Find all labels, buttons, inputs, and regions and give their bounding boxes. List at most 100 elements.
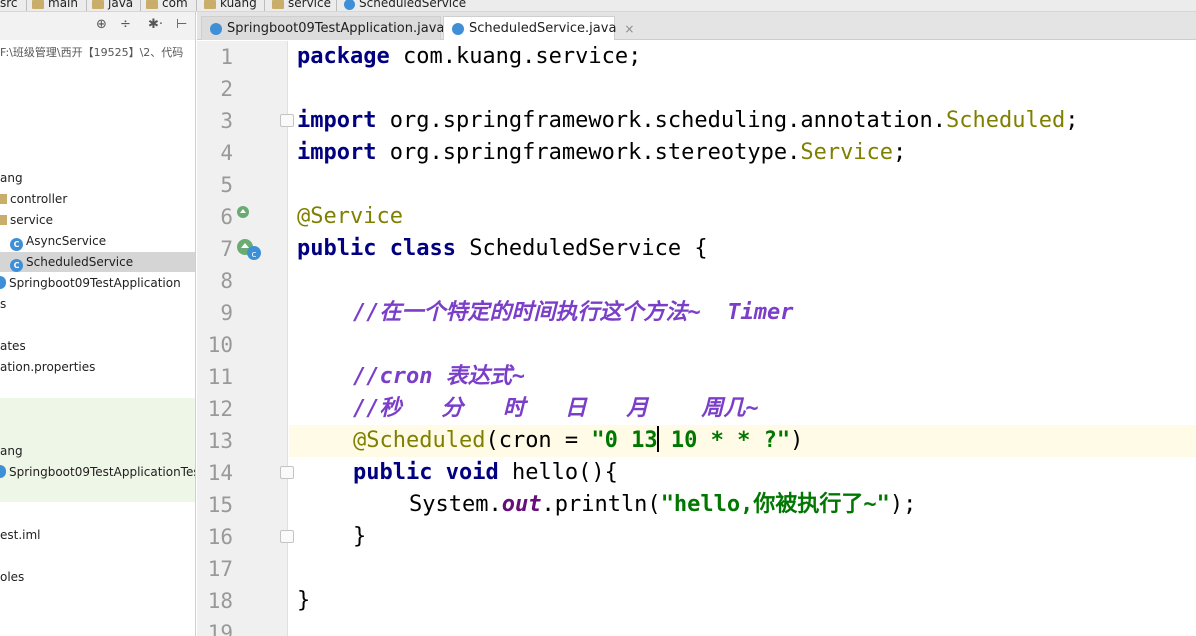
line-number: 6 (220, 205, 233, 229)
line-number: 17 (207, 557, 233, 581)
line-number: 12 (207, 397, 233, 421)
string-literal: 10 * * ?" (657, 428, 791, 453)
tree-item-controller[interactable]: controller (0, 189, 195, 209)
code-line-9: //在一个特定的时间执行这个方法~ Timer (353, 297, 793, 329)
breadcrumb-label: ScheduledService (359, 0, 467, 10)
code-text: } (353, 524, 367, 549)
collapse-all-icon[interactable]: ÷ (120, 18, 131, 32)
tree-item-templates[interactable]: ates (0, 336, 195, 356)
line-number: 4 (220, 141, 233, 165)
folder-icon (0, 194, 7, 204)
breadcrumb-item-src[interactable]: src (0, 0, 18, 10)
line-number: 5 (220, 173, 233, 197)
breadcrumb-item-service[interactable]: service (272, 0, 331, 10)
breadcrumb: src main java com kuang service Schedule… (0, 0, 1196, 12)
code-text: ; (1065, 108, 1079, 133)
tree-item-springboot09testapplicationtests[interactable]: Springboot09TestApplicationTests (0, 462, 195, 482)
code-line-6: @Service (297, 201, 403, 233)
tree-item-springboot09testapplication[interactable]: Springboot09TestApplication (0, 273, 195, 293)
code-text: org.springframework.scheduling.annotatio… (376, 108, 947, 133)
spring-bean-icon[interactable] (236, 205, 250, 219)
project-panel-toolbar: ⊕ ÷ ✱· ⊢ (0, 12, 195, 40)
string-literal: "0 13 (591, 428, 658, 453)
class-icon: C (10, 238, 23, 251)
tree-item-asyncservice[interactable]: C AsyncService (0, 231, 195, 251)
line-number: 7 (220, 237, 233, 261)
code-text: (cron = (485, 428, 592, 453)
comment: //秒 分 时 日 月 周几~ (353, 396, 759, 421)
tree-item-label: ang (0, 171, 23, 185)
code-line-1: package com.kuang.service; (297, 41, 641, 73)
line-number: 1 (220, 45, 233, 69)
code-line-12: //秒 分 时 日 月 周几~ (353, 393, 759, 425)
line-number: 15 (207, 493, 233, 517)
code-line-3: import org.springframework.scheduling.an… (297, 105, 1079, 137)
code-line-15: System.out.println("hello,你被执行了~"); (409, 489, 916, 521)
breadcrumb-separator (26, 0, 27, 11)
folder-icon (272, 0, 284, 9)
breadcrumb-separator (336, 0, 337, 11)
line-number: 19 (207, 621, 233, 636)
tab-scheduledservice[interactable]: ScheduledService.java × (443, 16, 634, 40)
tree-item-external-libraries[interactable]: oles (0, 567, 195, 587)
tree-item-service[interactable]: service (0, 210, 195, 230)
keyword: package (297, 44, 390, 69)
tree-item-iml-file[interactable]: est.iml (0, 525, 195, 545)
comment: //在一个特定的时间执行这个方法~ Timer (353, 300, 794, 325)
code-editor[interactable]: package com.kuang.service; import org.sp… (289, 41, 1196, 636)
close-icon[interactable]: × (624, 22, 634, 36)
breadcrumb-label: java (108, 0, 134, 10)
tree-item-test-kuang[interactable]: ang (0, 441, 195, 461)
breadcrumb-label: kuang (220, 0, 257, 10)
tree-item-label: AsyncService (26, 234, 107, 248)
breadcrumb-separator (140, 0, 141, 11)
comment: //cron 表达式~ (353, 364, 525, 389)
breadcrumb-item-main[interactable]: main (32, 0, 78, 10)
project-path: F:\班级管理\西开【19525】\2、代码 (0, 46, 184, 59)
tab-springboot09testapplication[interactable]: Springboot09TestApplication.java × (201, 16, 462, 40)
class-icon (210, 22, 222, 35)
code-text: } (297, 588, 311, 613)
folder-icon (32, 0, 44, 9)
line-number: 18 (207, 589, 233, 613)
spring-bean-class-icon[interactable]: c (236, 238, 262, 262)
keyword: import (297, 108, 377, 133)
tree-item-label: ScheduledService (26, 255, 134, 269)
tree-item-scheduledservice[interactable]: C ScheduledService (0, 252, 195, 272)
tree-item-label: ation.properties (0, 360, 96, 374)
line-number: 14 (207, 461, 233, 485)
breadcrumb-item-kuang[interactable]: kuang (204, 0, 257, 10)
code-line-13: @Scheduled(cron = "0 13 10 * * ?") (353, 425, 803, 457)
gear-icon[interactable]: ✱· (148, 18, 163, 32)
tab-label: Springboot09TestApplication.java (227, 21, 445, 36)
code-line-11: //cron 表达式~ (353, 361, 525, 393)
code-text: org.springframework.stereotype. (376, 140, 801, 165)
breadcrumb-separator (196, 0, 197, 11)
hide-panel-icon[interactable]: ⊢ (176, 18, 187, 32)
static-field: out (501, 492, 542, 517)
editor-gutter[interactable]: 1 2 3 4 5 6 7 8 9 10 11 12 13 14 15 16 1… (197, 41, 294, 636)
tree-item-label: est.iml (0, 528, 41, 542)
code-line-18: } (297, 585, 310, 617)
breadcrumb-item-com[interactable]: com (146, 0, 188, 10)
tree-item-kuang[interactable]: ang (0, 168, 195, 188)
annotation: @Service (297, 204, 403, 229)
svg-text:c: c (252, 250, 257, 260)
locate-icon[interactable]: ⊕ (96, 18, 107, 32)
tree-item-label: service (10, 213, 53, 227)
breadcrumb-label: main (48, 0, 78, 10)
tree-item-application-properties[interactable]: ation.properties (0, 357, 195, 377)
line-number: 8 (220, 269, 233, 293)
spring-test-icon (0, 465, 6, 478)
folder-icon (0, 215, 7, 225)
breadcrumb-item-scheduledservice[interactable]: ScheduledService (344, 0, 466, 10)
folder-icon (92, 0, 104, 9)
tree-item-label: ang (0, 444, 23, 458)
tree-item-resources[interactable]: s (0, 294, 195, 314)
class-icon (344, 0, 355, 10)
code-text: hello(){ (498, 460, 618, 485)
tree-item-label: oles (0, 570, 25, 584)
code-line-14: public void hello(){ (353, 457, 618, 489)
breadcrumb-item-java[interactable]: java (92, 0, 133, 10)
class-name: Scheduled (946, 108, 1066, 133)
